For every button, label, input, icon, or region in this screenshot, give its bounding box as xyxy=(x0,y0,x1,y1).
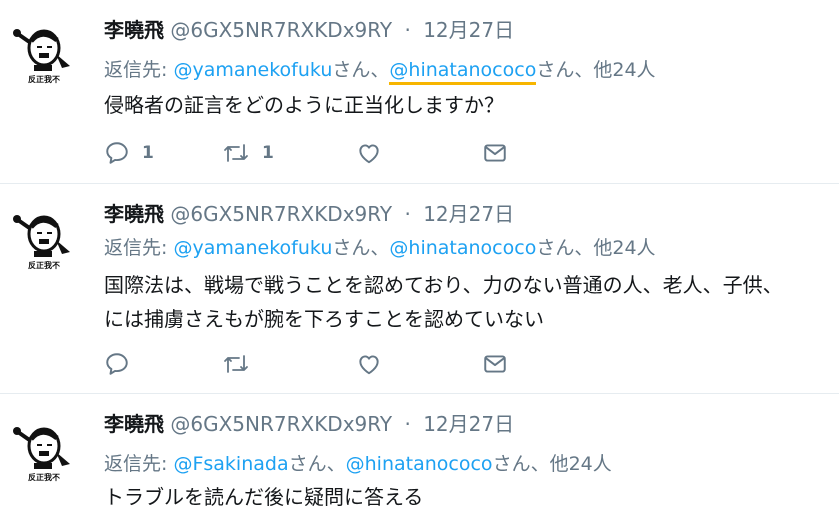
like-icon xyxy=(359,144,379,164)
tweet-text-line: 国際法は、戦場で戦うことを認めており、力のない普通の人、老人、子供、 xyxy=(104,273,783,297)
others-count[interactable]: 他24人 xyxy=(550,453,612,475)
username[interactable]: @6GX5NR7RXKDx9RY xyxy=(170,18,392,42)
mention-suffix: さん xyxy=(536,59,575,81)
timestamp[interactable]: 12月27日 xyxy=(423,18,514,42)
tweet[interactable]: 反正我不 李曉飛 @6GX5NR7RXKDx9RY · 12月27日 返信先: … xyxy=(0,184,839,394)
avatar-illustration: 反正我不 xyxy=(13,215,70,270)
tweet-header: 李曉飛 @6GX5NR7RXKDx9RY · 12月27日 xyxy=(104,408,514,436)
display-name[interactable]: 李曉飛 xyxy=(104,18,164,42)
timestamp[interactable]: 12月27日 xyxy=(423,412,514,436)
avatar-caption: 反正我不 xyxy=(28,260,60,270)
others-count[interactable]: 他24人 xyxy=(593,237,655,259)
like-button[interactable] xyxy=(356,350,382,378)
avatar-illustration: 反正我不 xyxy=(13,427,70,482)
tweet[interactable]: 反正我不 李曉飛 @6GX5NR7RXKDx9RY · 12月27日 返信先: … xyxy=(0,0,839,184)
separator-dot: · xyxy=(404,202,411,226)
mention-link[interactable]: @Fsakinada xyxy=(173,453,288,475)
direct-message-button[interactable] xyxy=(482,350,508,378)
tweet-header: 李曉飛 @6GX5NR7RXKDx9RY · 12月27日 xyxy=(104,14,514,42)
direct-message-icon xyxy=(484,144,506,162)
mention-joiner: 、 xyxy=(370,237,390,259)
mention-link[interactable]: @yamanekofuku xyxy=(173,237,332,259)
mention-suffix: さん xyxy=(332,59,371,81)
retweet-button[interactable]: 1 xyxy=(222,139,274,167)
mention-joiner: 、 xyxy=(574,237,594,259)
separator-dot: · xyxy=(404,412,411,436)
mention-suffix: さん xyxy=(288,453,327,475)
tweet-feed: 反正我不 李曉飛 @6GX5NR7RXKDx9RY · 12月27日 返信先: … xyxy=(0,0,839,524)
reply-context: 返信先: @yamanekofukuさん、@hinatanococoさん、他24… xyxy=(104,233,656,260)
direct-message-button[interactable] xyxy=(482,139,508,167)
tweet-text-line: には捕虜さえもが腕を下ろすことを認めていない xyxy=(104,307,544,331)
mention-joiner: 、 xyxy=(326,453,346,475)
username[interactable]: @6GX5NR7RXKDx9RY xyxy=(170,412,392,436)
tweet[interactable]: 反正我不 李曉飛 @6GX5NR7RXKDx9RY · 12月27日 返信先: … xyxy=(0,394,839,524)
reply-prefix: 返信先: xyxy=(104,453,174,475)
avatar-caption: 反正我不 xyxy=(28,74,60,84)
tweet-text-line: 侵略者の証言をどのように正当化しますか？ xyxy=(104,93,504,117)
mention-joiner: 、 xyxy=(574,59,594,81)
reply-prefix: 返信先: xyxy=(104,237,174,259)
mention-link[interactable]: @hinatanococo xyxy=(389,59,537,85)
display-name[interactable]: 李曉飛 xyxy=(104,412,164,436)
reply-button[interactable]: 1 xyxy=(104,139,154,167)
retweet-button[interactable] xyxy=(222,350,262,378)
like-button[interactable] xyxy=(356,139,382,167)
retweet-icon xyxy=(224,355,248,373)
separator-dot: · xyxy=(404,18,411,42)
mention-suffix: さん xyxy=(536,237,575,259)
tweet-text: トラブルを読んだ後に疑問に答える xyxy=(104,480,839,514)
avatar-caption: 反正我不 xyxy=(28,472,60,482)
mention-link[interactable]: @hinatanococo xyxy=(346,453,493,475)
retweet-count: 1 xyxy=(262,143,274,163)
like-icon xyxy=(359,355,379,375)
retweet-icon xyxy=(224,144,248,162)
mention-link[interactable]: @hinatanococo xyxy=(389,237,536,259)
reply-count: 1 xyxy=(142,143,154,163)
username[interactable]: @6GX5NR7RXKDx9RY xyxy=(170,202,392,226)
tweet-text: 侵略者の証言をどのように正当化しますか？ xyxy=(104,88,839,122)
mention-link[interactable]: @yamanekofuku xyxy=(173,59,332,81)
mention-suffix: さん xyxy=(332,237,371,259)
mention-joiner: 、 xyxy=(370,59,390,81)
tweet-text: 国際法は、戦場で戦うことを認めており、力のない普通の人、老人、子供、 には捕虜さ… xyxy=(104,268,839,336)
mention-joiner: 、 xyxy=(530,453,550,475)
reply-button[interactable] xyxy=(104,350,142,378)
avatar[interactable]: 反正我不 xyxy=(12,20,74,86)
direct-message-icon xyxy=(484,355,506,373)
display-name[interactable]: 李曉飛 xyxy=(104,202,164,226)
reply-context: 返信先: @Fsakinadaさん、@hinatanococoさん、他24人 xyxy=(104,449,612,476)
timestamp[interactable]: 12月27日 xyxy=(423,202,514,226)
avatar[interactable]: 反正我不 xyxy=(12,418,74,484)
tweet-text-line: トラブルを読んだ後に疑問に答える xyxy=(104,485,424,509)
reply-prefix: 返信先: xyxy=(104,59,174,81)
reply-icon xyxy=(106,353,128,375)
reply-icon xyxy=(106,142,128,164)
others-count[interactable]: 他24人 xyxy=(593,59,655,81)
avatar-illustration: 反正我不 xyxy=(13,29,70,84)
reply-context: 返信先: @yamanekofukuさん、@hinatanococoさん、他24… xyxy=(104,55,656,85)
mention-suffix: さん xyxy=(492,453,531,475)
tweet-header: 李曉飛 @6GX5NR7RXKDx9RY · 12月27日 xyxy=(104,198,514,226)
avatar[interactable]: 反正我不 xyxy=(12,206,74,272)
